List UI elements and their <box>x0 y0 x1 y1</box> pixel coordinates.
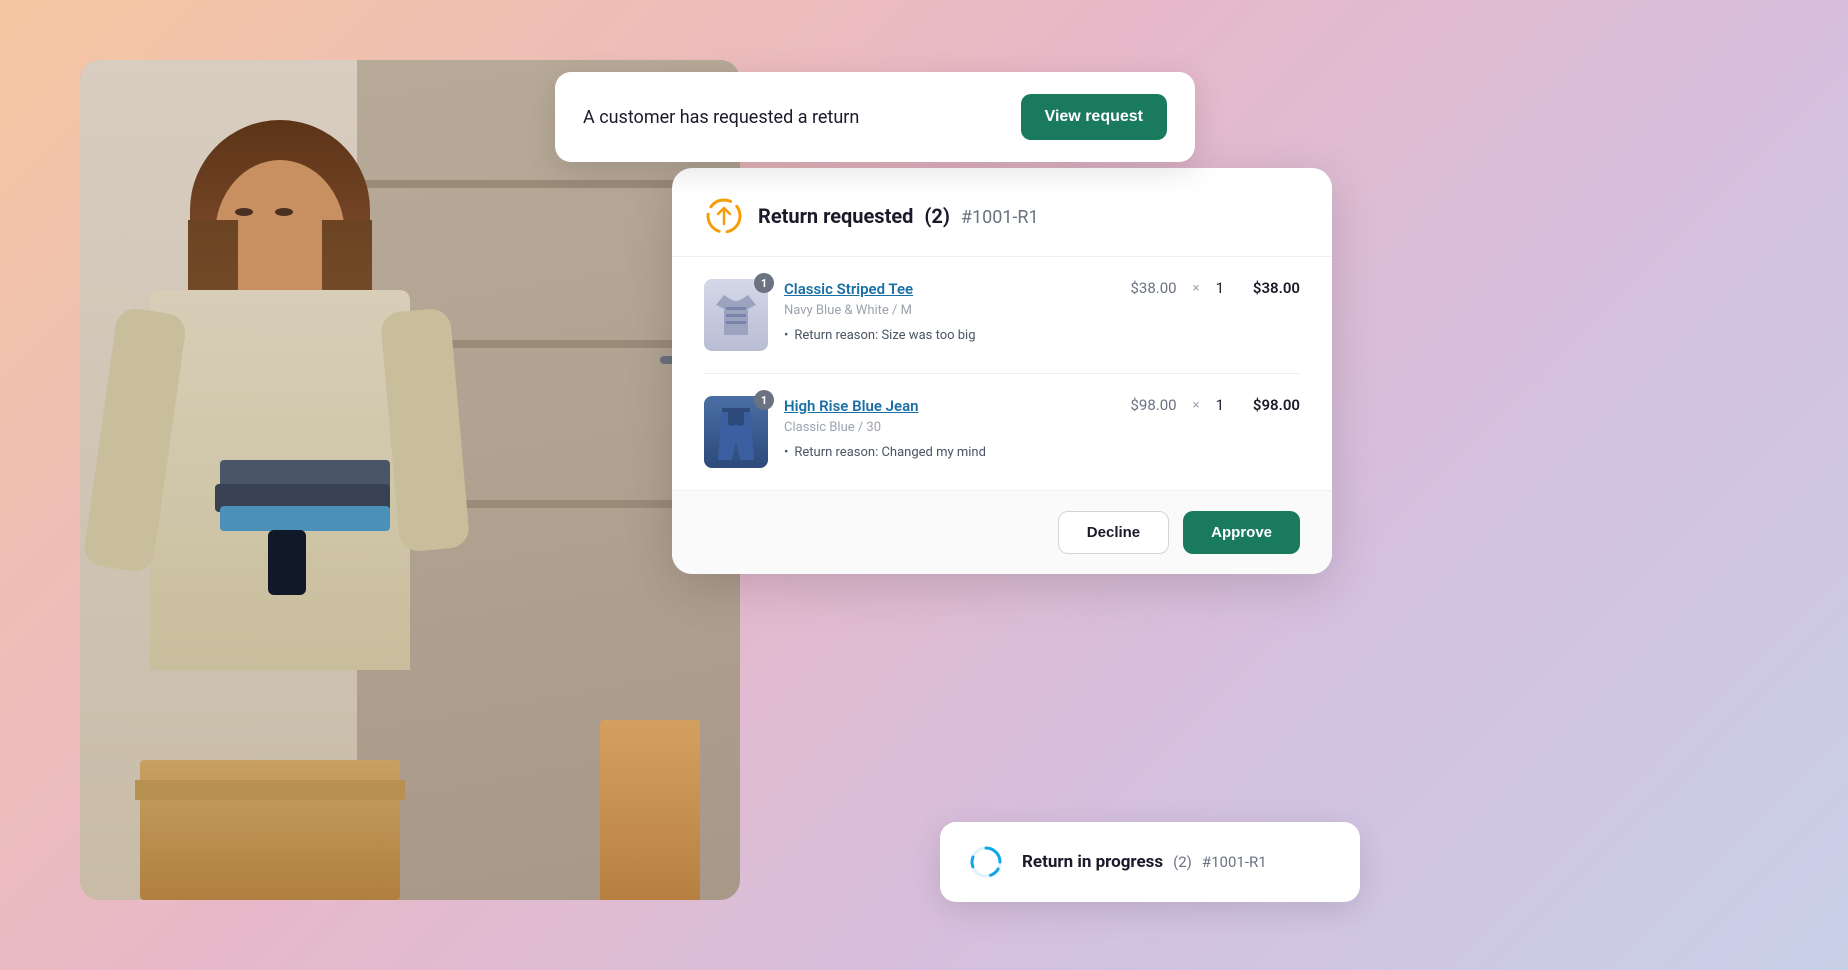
item-reason-0: •Return reason: Size was too big <box>784 328 1115 343</box>
item-image-wrapper-0: 1 <box>704 279 768 351</box>
item-variant-0: Navy Blue & White / M <box>784 303 1115 318</box>
mult-0: × <box>1193 281 1200 296</box>
unit-price-0: $38.00 <box>1131 279 1177 297</box>
return-card-header: Return requested (2) #1001-R1 <box>672 168 1332 257</box>
item-name-1[interactable]: High Rise Blue Jean <box>784 396 1115 417</box>
item-image-wrapper-1: 1 <box>704 396 768 468</box>
tee-shirt-svg <box>712 287 760 343</box>
item-reason-1: •Return reason: Changed my mind <box>784 445 1115 460</box>
notification-card: A customer has requested a return View r… <box>555 72 1195 162</box>
progress-count: (2) <box>1173 853 1192 871</box>
return-card: Return requested (2) #1001-R1 <box>672 168 1332 574</box>
notification-text: A customer has requested a return <box>583 107 859 128</box>
item-badge-0: 1 <box>754 273 774 293</box>
progress-order-id: #1001-R1 <box>1202 853 1267 871</box>
total-price-0: $38.00 <box>1240 279 1300 297</box>
item-row-0: 1 Classic Striped Tee Navy Blue & White … <box>704 279 1300 351</box>
item-details-0: Classic Striped Tee Navy Blue & White / … <box>784 279 1115 343</box>
item-pricing-1: $98.00 × 1 $98.00 <box>1131 396 1301 414</box>
progress-card: Return in progress (2) #1001-R1 <box>940 822 1360 902</box>
return-requested-icon <box>704 196 744 236</box>
approve-button[interactable]: Approve <box>1183 511 1300 554</box>
total-price-1: $98.00 <box>1240 396 1300 414</box>
item-row-1: 1 High Rise Blue Jean Classic Blue / 30 … <box>704 396 1300 468</box>
return-item-0: 1 Classic Striped Tee Navy Blue & White … <box>704 257 1300 374</box>
return-title: Return requested (2) #1001-R1 <box>758 204 1039 228</box>
unit-price-1: $98.00 <box>1131 396 1177 414</box>
item-pricing-0: $38.00 × 1 $38.00 <box>1131 279 1301 297</box>
return-card-body: 1 Classic Striped Tee Navy Blue & White … <box>672 257 1332 490</box>
item-badge-1: 1 <box>754 390 774 410</box>
mult-1: × <box>1193 398 1200 413</box>
return-card-footer: Decline Approve <box>672 490 1332 574</box>
progress-title: Return in progress <box>1022 852 1163 872</box>
qty-1: 1 <box>1216 396 1224 414</box>
return-item-1: 1 High Rise Blue Jean Classic Blue / 30 … <box>704 374 1300 490</box>
view-request-button[interactable]: View request <box>1021 94 1167 140</box>
progress-text-group: Return in progress (2) #1001-R1 <box>1022 852 1267 872</box>
item-details-1: High Rise Blue Jean Classic Blue / 30 •R… <box>784 396 1115 460</box>
item-name-0[interactable]: Classic Striped Tee <box>784 279 1115 300</box>
decline-button[interactable]: Decline <box>1058 511 1169 554</box>
item-variant-1: Classic Blue / 30 <box>784 420 1115 435</box>
progress-icon <box>968 844 1004 880</box>
return-card-title-group: Return requested (2) #1001-R1 <box>758 204 1039 228</box>
qty-0: 1 <box>1216 279 1224 297</box>
jean-svg <box>712 404 760 460</box>
photo-background <box>80 60 740 900</box>
return-order-id: #1001-R1 <box>961 207 1039 228</box>
